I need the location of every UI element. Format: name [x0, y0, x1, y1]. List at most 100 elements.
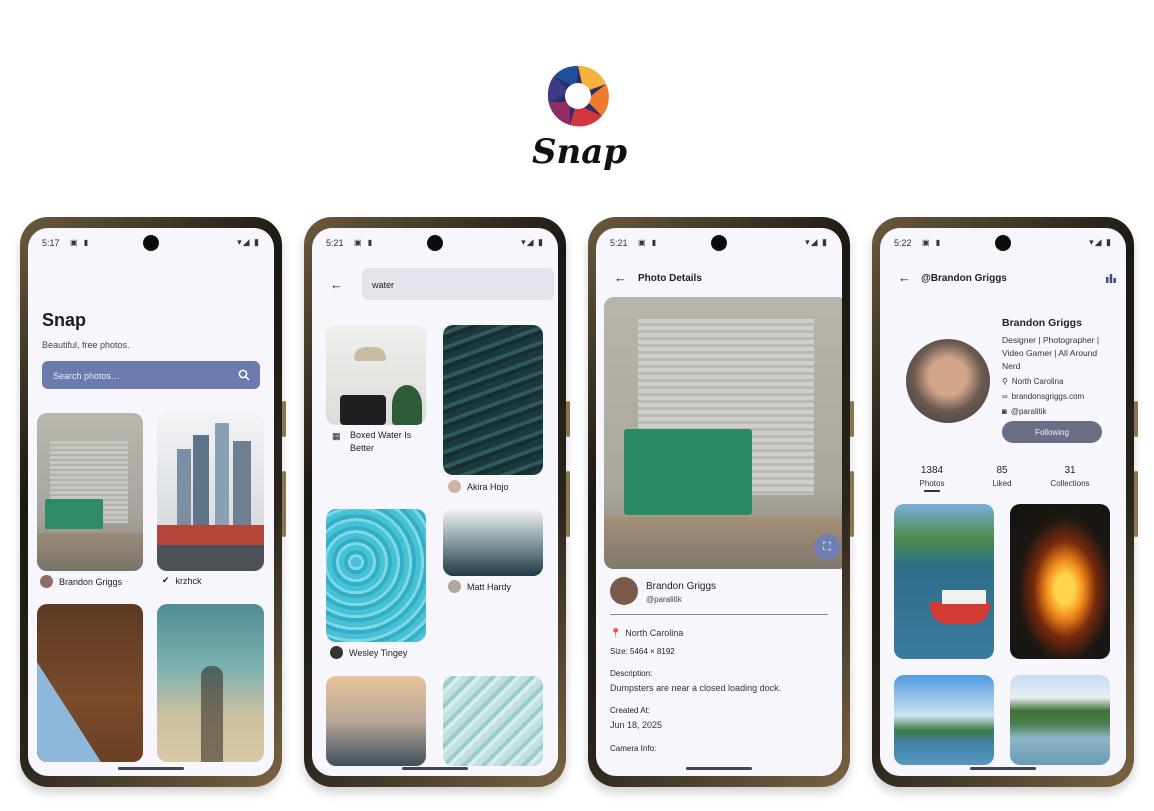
page-title: @Brandon Griggs: [921, 273, 1007, 284]
avatar[interactable]: [610, 577, 638, 605]
status-time: 5:17: [42, 238, 60, 248]
photo-large[interactable]: ⛶: [604, 297, 842, 569]
back-arrow-icon[interactable]: ←: [330, 277, 343, 292]
photo-card[interactable]: [894, 675, 994, 765]
boat-top: [942, 590, 986, 604]
tab-photos[interactable]: Photos: [902, 479, 962, 488]
stat-photos-count[interactable]: 1384: [902, 465, 962, 476]
camera-cutout: [995, 235, 1011, 251]
building: [177, 449, 191, 535]
photo-author[interactable]: Wesley Tingey: [330, 646, 407, 659]
volume-button: [850, 401, 854, 437]
photo-card[interactable]: [443, 325, 543, 475]
location-row: 📍 North Carolina: [610, 628, 683, 639]
home-indicator[interactable]: [970, 767, 1036, 770]
building: [215, 423, 229, 535]
created-label: Created At:: [610, 706, 651, 715]
author-name: Brandon Griggs: [59, 576, 123, 587]
stat-collections-count[interactable]: 31: [1040, 465, 1100, 476]
status-time: 5:21: [326, 238, 344, 248]
profile-avatar: [906, 339, 990, 423]
phone-details: 5:21 ▣ ▮ ▾◢ ▮ ← Photo Details ⛶ Brandon …: [588, 217, 854, 787]
phone-home: 5:17 ▣ ▮ ▾◢ ▮ Snap Beautiful, free photo…: [20, 217, 286, 787]
unsplash-icon: ✔: [162, 575, 170, 585]
notification-icons: ▣ ▮: [922, 238, 943, 247]
stats-icon[interactable]: [1106, 273, 1116, 283]
stat-liked-count[interactable]: 85: [972, 465, 1032, 476]
location-text: North Carolina: [625, 628, 684, 638]
author-name: Matt Hardy: [467, 581, 512, 592]
home-indicator[interactable]: [118, 767, 184, 770]
aperture-icon: [547, 65, 609, 127]
author-name: krzhck: [175, 575, 202, 586]
camera-cutout: [143, 235, 159, 251]
search-icon[interactable]: [238, 369, 250, 381]
profile-website[interactable]: ∞ brandonsgriggs.com: [1002, 392, 1084, 401]
photo-author[interactable]: Akira Hojo: [448, 480, 509, 493]
photo-card[interactable]: [37, 413, 143, 571]
home-indicator[interactable]: [686, 767, 752, 770]
fullscreen-icon[interactable]: ⛶: [814, 534, 840, 560]
created-date: Jun 18, 2025: [610, 720, 663, 730]
phone-profile: 5:22 ▣ ▮ ▾◢ ▮ ← @Brandon Griggs Brandon …: [872, 217, 1138, 787]
photo-author[interactable]: Matt Hardy: [448, 580, 511, 593]
status-time: 5:21: [610, 238, 628, 248]
home-screen: 5:17 ▣ ▮ ▾◢ ▮ Snap Beautiful, free photo…: [28, 228, 274, 776]
photo-card[interactable]: [37, 604, 143, 762]
photo-card[interactable]: [157, 413, 264, 571]
photo-card[interactable]: [1010, 504, 1110, 659]
search-bar[interactable]: [42, 361, 260, 391]
camera-label: Camera Info:: [610, 744, 657, 753]
building: [233, 441, 251, 535]
camera-icon: ◙: [1002, 407, 1007, 416]
status-time: 5:22: [894, 238, 912, 248]
search-input[interactable]: [51, 361, 225, 391]
volume-button: [1134, 401, 1138, 437]
profile-screen: 5:22 ▣ ▮ ▾◢ ▮ ← @Brandon Griggs Brandon …: [880, 228, 1126, 776]
details-screen: 5:21 ▣ ▮ ▾◢ ▮ ← Photo Details ⛶ Brandon …: [596, 228, 842, 776]
location-text: North Carolina: [1011, 377, 1064, 386]
instagram-text[interactable]: @paralitik: [1011, 407, 1047, 416]
logo-wordmark: Snap: [532, 132, 628, 172]
photo-card[interactable]: [326, 325, 426, 425]
system-icons: ▾◢ ▮: [1089, 237, 1112, 247]
boat: [930, 602, 990, 624]
avatar: [40, 575, 53, 588]
search-field[interactable]: [362, 268, 554, 302]
link-icon: ∞: [1002, 392, 1008, 401]
avatar: [330, 646, 343, 659]
street: [157, 545, 264, 571]
avatar: [448, 580, 461, 593]
following-button[interactable]: Following: [1002, 421, 1102, 443]
tab-liked[interactable]: Liked: [972, 479, 1032, 488]
photo-card[interactable]: [157, 604, 264, 762]
photo-card[interactable]: [326, 676, 426, 766]
author-name[interactable]: Brandon Griggs: [646, 581, 716, 592]
phone-search: 5:21 ▣ ▮ ▾◢ ▮ ← ▦ Boxed Water Is Better …: [304, 217, 570, 787]
app-title: Snap: [42, 310, 87, 330]
volume-button: [566, 401, 570, 437]
tab-collections[interactable]: Collections: [1040, 479, 1100, 488]
pavement: [604, 517, 842, 569]
photo-author[interactable]: ✔ krzhck: [162, 575, 202, 586]
photo-card[interactable]: [443, 676, 543, 766]
photo-card[interactable]: [894, 504, 994, 659]
camera-cutout: [711, 235, 727, 251]
website-text[interactable]: brandonsgriggs.com: [1012, 392, 1084, 401]
photo-card[interactable]: [443, 509, 543, 576]
plant: [392, 385, 422, 425]
photo-card[interactable]: [1010, 675, 1110, 765]
profile-instagram[interactable]: ◙ @paralitik: [1002, 407, 1047, 416]
window-shape: [37, 662, 101, 762]
back-arrow-icon[interactable]: ←: [614, 270, 627, 285]
photo-author[interactable]: Brandon Griggs: [40, 575, 122, 588]
photo-card[interactable]: [326, 509, 426, 642]
notification-icons: ▣ ▮: [70, 238, 91, 247]
search-input[interactable]: [362, 268, 544, 302]
profile-name: Brandon Griggs: [1002, 317, 1082, 329]
building: [193, 435, 209, 535]
back-arrow-icon[interactable]: ←: [898, 270, 911, 285]
home-indicator[interactable]: [402, 767, 468, 770]
power-button: [1134, 471, 1138, 537]
page-title: Photo Details: [638, 273, 702, 284]
